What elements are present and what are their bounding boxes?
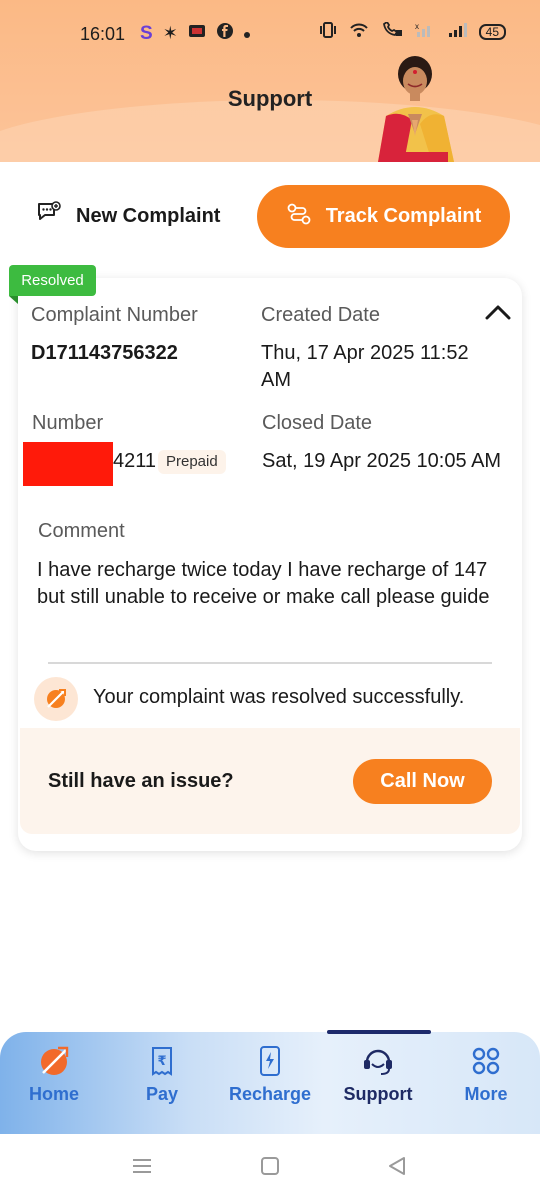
complaint-number-value: D171143756322: [31, 342, 178, 364]
nav-label-pay: Pay: [145, 1084, 179, 1104]
created-date-label: Created Date: [261, 304, 380, 326]
status-badge: Resolved: [9, 265, 96, 296]
collapse-chevron-up-icon[interactable]: [484, 302, 512, 322]
s-app-icon: S: [140, 22, 153, 44]
card-divider: [48, 662, 492, 664]
tv-app-icon: [188, 23, 206, 44]
still-have-issue-text: Still have an issue?: [48, 770, 234, 792]
more-notifications-dot: [243, 31, 250, 38]
complaint-number-label: Complaint Number: [31, 304, 198, 326]
nav-item-home[interactable]: Home: [4, 1044, 104, 1105]
chat-plus-icon: [36, 201, 62, 231]
plan-type-tag: Prepaid: [158, 450, 226, 474]
nav-label-support: Support: [343, 1084, 413, 1104]
closed-date-value: Sat, 19 Apr 2025 10:05 AM: [262, 450, 502, 472]
resolution-message: Your complaint was resolved successfully…: [93, 686, 465, 708]
new-complaint-button[interactable]: New Complaint: [36, 196, 220, 236]
nav-item-support[interactable]: Support: [328, 1044, 428, 1105]
wifi-calling-icon: [381, 20, 403, 42]
status-time: 16:01: [80, 24, 126, 44]
status-bar: 16:01 S ✶ x 45: [0, 18, 540, 52]
wifi-icon: [349, 22, 369, 42]
new-complaint-label: New Complaint: [76, 204, 221, 227]
signal-sim1-icon: x: [415, 22, 435, 42]
nav-item-recharge[interactable]: Recharge: [220, 1044, 320, 1105]
rupee-receipt-icon: ₹: [145, 1044, 179, 1078]
resolved-logo-icon: [34, 677, 78, 721]
nav-label-recharge: Recharge: [228, 1084, 312, 1104]
track-complaint-label: Track Complaint: [325, 205, 482, 227]
track-complaint-button[interactable]: Track Complaint: [257, 185, 510, 248]
nav-label-home: Home: [28, 1084, 79, 1104]
closed-date-label: Closed Date: [262, 412, 373, 434]
sparkle-notification-icon: ✶: [162, 23, 178, 43]
headset-icon: [361, 1044, 395, 1078]
home-logo-icon: [37, 1044, 71, 1078]
active-tab-indicator: [327, 1030, 431, 1034]
comment-label: Comment: [38, 520, 125, 542]
back-triangle-icon[interactable]: [386, 1155, 408, 1177]
support-mascot-illustration: [378, 56, 454, 162]
nav-label-more: More: [464, 1084, 508, 1104]
route-track-icon: [286, 202, 312, 232]
battery-indicator: 45: [478, 24, 506, 40]
vibrate-icon: [319, 22, 337, 42]
redacted-number-block: [23, 442, 113, 486]
number-label: Number: [32, 412, 104, 434]
status-badge-fold: [9, 296, 18, 304]
nav-item-more[interactable]: More: [436, 1044, 536, 1105]
signal-sim2-icon: [447, 22, 467, 42]
grid-dots-icon: [469, 1044, 503, 1078]
recent-apps-icon[interactable]: [131, 1155, 153, 1177]
number-suffix: 4211: [113, 450, 157, 472]
created-date-value: Thu, 17 Apr 2025 11:52 AM: [261, 342, 469, 391]
nav-item-pay[interactable]: ₹ Pay: [112, 1044, 212, 1105]
comment-text: I have recharge twice today I have recha…: [37, 559, 490, 608]
home-square-icon[interactable]: [259, 1155, 281, 1177]
phone-charge-icon: [253, 1044, 287, 1078]
svg-text:x: x: [415, 22, 419, 31]
facebook-icon: [216, 22, 234, 45]
call-now-button[interactable]: Call Now: [353, 759, 492, 804]
svg-text:₹: ₹: [157, 1054, 166, 1069]
